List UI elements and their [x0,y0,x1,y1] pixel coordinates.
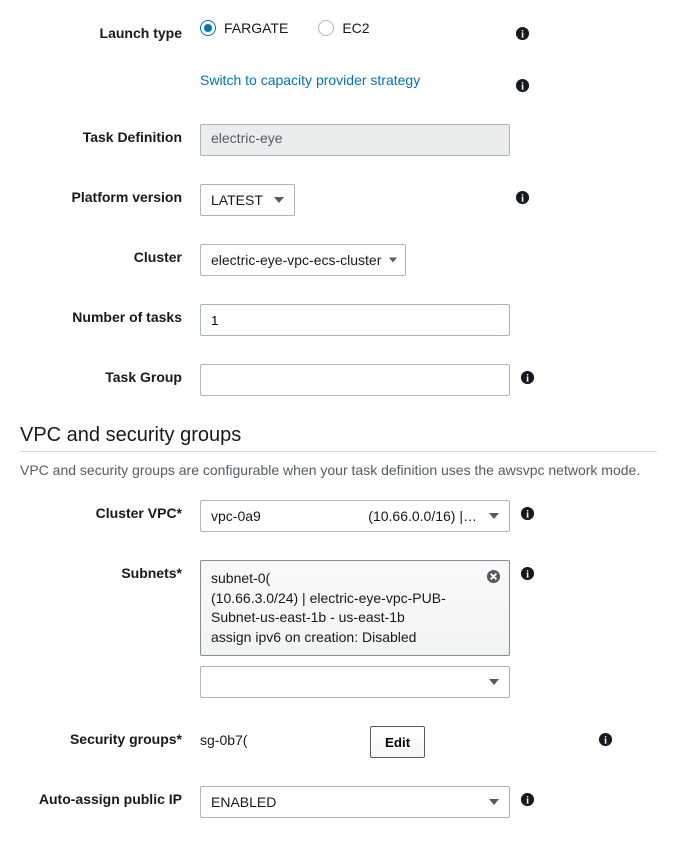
svg-text:i: i [526,569,529,580]
info-icon[interactable]: i [520,506,535,524]
launch-type-fargate[interactable]: FARGATE [200,20,288,36]
caret-down-icon [274,197,284,203]
info-icon[interactable]: i [520,370,535,388]
caret-down-icon [489,679,499,685]
remove-subnet-icon[interactable] [486,569,501,590]
info-icon[interactable]: i [520,792,535,810]
info-icon[interactable]: i [515,26,530,44]
launch-type-fargate-label: FARGATE [224,20,288,36]
svg-text:i: i [521,193,524,204]
radio-icon [318,20,334,36]
subnet-id: subnet-0( [211,569,479,589]
number-of-tasks-label: Number of tasks [20,304,200,325]
task-definition-label: Task Definition [20,124,200,145]
platform-version-label: Platform version [20,184,200,205]
task-group-label: Task Group [20,364,200,385]
vpc-section-desc: VPC and security groups are configurable… [20,462,657,478]
caret-down-icon [389,258,397,263]
cluster-value: electric-eye-vpc-ecs-cluster [211,252,381,268]
svg-text:i: i [604,736,607,747]
info-icon[interactable]: i [598,732,613,750]
auto-assign-public-ip-label: Auto-assign public IP [20,786,200,807]
launch-type-ec2[interactable]: EC2 [318,20,369,36]
info-icon[interactable]: i [515,78,530,96]
divider [20,451,657,452]
caret-down-icon [489,513,499,519]
cluster-vpc-select[interactable]: vpc-0a9 (10.66.0.0/16) |… [200,500,510,532]
subnet-desc: (10.66.3.0/24) | electric-eye-vpc-PUB-Su… [211,589,479,628]
subnet-ipv6: assign ipv6 on creation: Disabled [211,628,479,648]
cluster-select[interactable]: electric-eye-vpc-ecs-cluster [200,244,406,276]
switch-capacity-link[interactable]: Switch to capacity provider strategy [200,72,420,88]
cluster-label: Cluster [20,244,200,265]
launch-type-ec2-label: EC2 [342,20,369,36]
auto-assign-public-ip-value: ENABLED [211,794,276,810]
caret-down-icon [489,799,499,805]
svg-text:i: i [526,509,529,520]
cluster-vpc-id: vpc-0a9 [211,508,261,524]
svg-text:i: i [526,796,529,807]
subnets-label: Subnets* [20,560,200,581]
subnet-select[interactable] [200,666,510,698]
cluster-vpc-label: Cluster VPC* [20,500,200,521]
radio-icon [200,20,216,36]
number-of-tasks-input[interactable] [200,304,510,336]
security-groups-label: Security groups* [20,726,200,747]
svg-text:i: i [521,29,524,40]
edit-security-groups-button[interactable]: Edit [370,726,425,758]
task-group-input[interactable] [200,364,510,396]
info-icon[interactable]: i [515,190,530,208]
svg-text:i: i [521,81,524,92]
info-icon[interactable]: i [520,566,535,584]
task-definition-input: electric-eye [200,124,510,156]
launch-type-label: Launch type [20,20,200,41]
auto-assign-public-ip-select[interactable]: ENABLED [200,786,510,818]
subnet-chip: subnet-0( (10.66.3.0/24) | electric-eye-… [200,560,510,656]
cluster-vpc-cidr: (10.66.0.0/16) |… [368,508,477,524]
platform-version-select[interactable]: LATEST [200,184,295,216]
svg-text:i: i [526,373,529,384]
vpc-section-title: VPC and security groups [20,424,657,447]
platform-version-value: LATEST [211,192,263,208]
security-group-value: sg-0b7( [200,726,360,748]
